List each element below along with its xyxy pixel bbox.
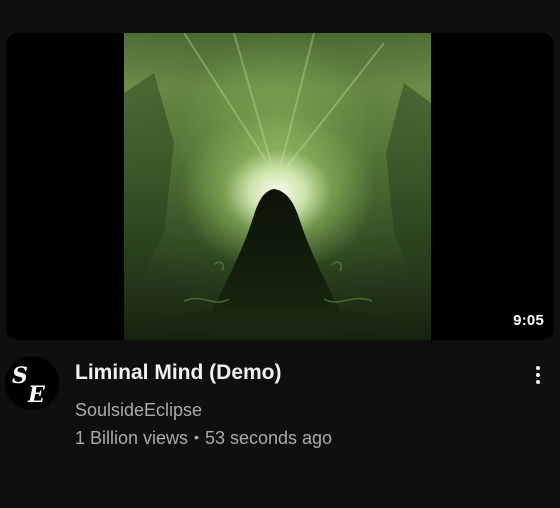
avatar-letter-s: S [12,363,28,389]
channel-name[interactable]: SoulsideEclipse [75,400,202,421]
metadata-separator: • [194,429,199,445]
video-title[interactable]: Liminal Mind (Demo) [75,361,282,385]
thumbnail-artwork [124,33,431,340]
more-vertical-icon[interactable] [524,358,552,392]
video-metadata: 1 Billion views • 53 seconds ago [75,428,332,449]
more-dot [536,373,540,377]
more-dot [536,380,540,384]
channel-logo: S E [12,363,46,408]
upload-age: 53 seconds ago [204,428,333,448]
video-thumbnail[interactable]: 9:05 [6,33,554,340]
duration-badge: 9:05 [509,309,548,332]
video-card[interactable]: 9:05 S E Liminal Mind (Demo) SoulsideEcl… [0,0,560,508]
view-count: 1 Billion views [75,428,189,448]
more-dot [536,366,540,370]
avatar-letter-e: E [27,382,46,408]
channel-avatar[interactable]: S E [5,356,59,410]
